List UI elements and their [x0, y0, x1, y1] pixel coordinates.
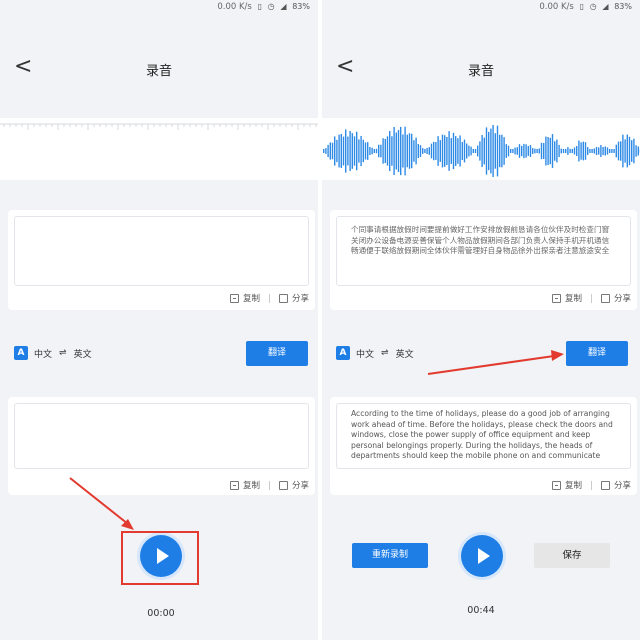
copy-icon	[551, 480, 561, 490]
share-icon	[600, 480, 610, 490]
target-text-box[interactable]: According to the time of holidays, pleas…	[336, 403, 631, 469]
left-screen: 0.00 K/s ▯ ◷ ◢ 83% < 录音 复制 分享 A 中文 ⇌ 英文 …	[0, 0, 318, 640]
right-screen: 0.00 K/s ▯ ◷ ◢ 83% < 录音 个同事请根据放假时间要提前做好工…	[322, 0, 640, 640]
target-actions: 复制 分享	[551, 479, 631, 491]
annotation-arrow	[69, 477, 134, 530]
timer: 00:44	[467, 605, 495, 616]
play-icon[interactable]	[461, 535, 503, 577]
save-button[interactable]: 保存	[534, 543, 610, 568]
re-record-button[interactable]: 重新录制	[352, 543, 428, 568]
target-card: According to the time of holidays, pleas…	[330, 397, 637, 495]
copy-label: 复制	[564, 481, 582, 491]
copy-button[interactable]: 复制	[551, 479, 582, 491]
share-button[interactable]: 分享	[600, 479, 631, 491]
timer: 00:00	[147, 608, 175, 619]
action-divider	[590, 480, 592, 490]
share-label: 分享	[613, 481, 631, 491]
